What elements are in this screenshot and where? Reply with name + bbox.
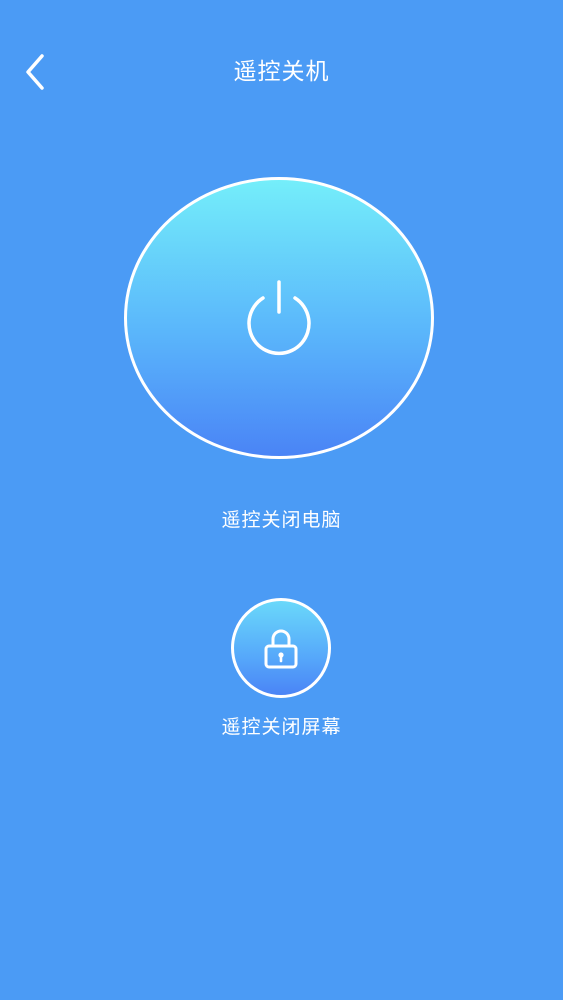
lock-screen-label: 遥控关闭屏幕 bbox=[221, 716, 342, 738]
lock-icon bbox=[264, 629, 298, 669]
power-icon bbox=[247, 280, 311, 356]
header-bar: 遥控关机 bbox=[0, 0, 563, 144]
remote-shutdown-screen: 遥控关机 遥控关闭电脑 遥控关闭屏幕 bbox=[0, 0, 563, 1000]
page-title: 遥控关机 bbox=[233, 59, 330, 85]
shutdown-pc-button[interactable] bbox=[124, 177, 434, 459]
shutdown-pc-label: 遥控关闭电脑 bbox=[221, 509, 342, 531]
lock-screen-button[interactable] bbox=[231, 598, 331, 698]
